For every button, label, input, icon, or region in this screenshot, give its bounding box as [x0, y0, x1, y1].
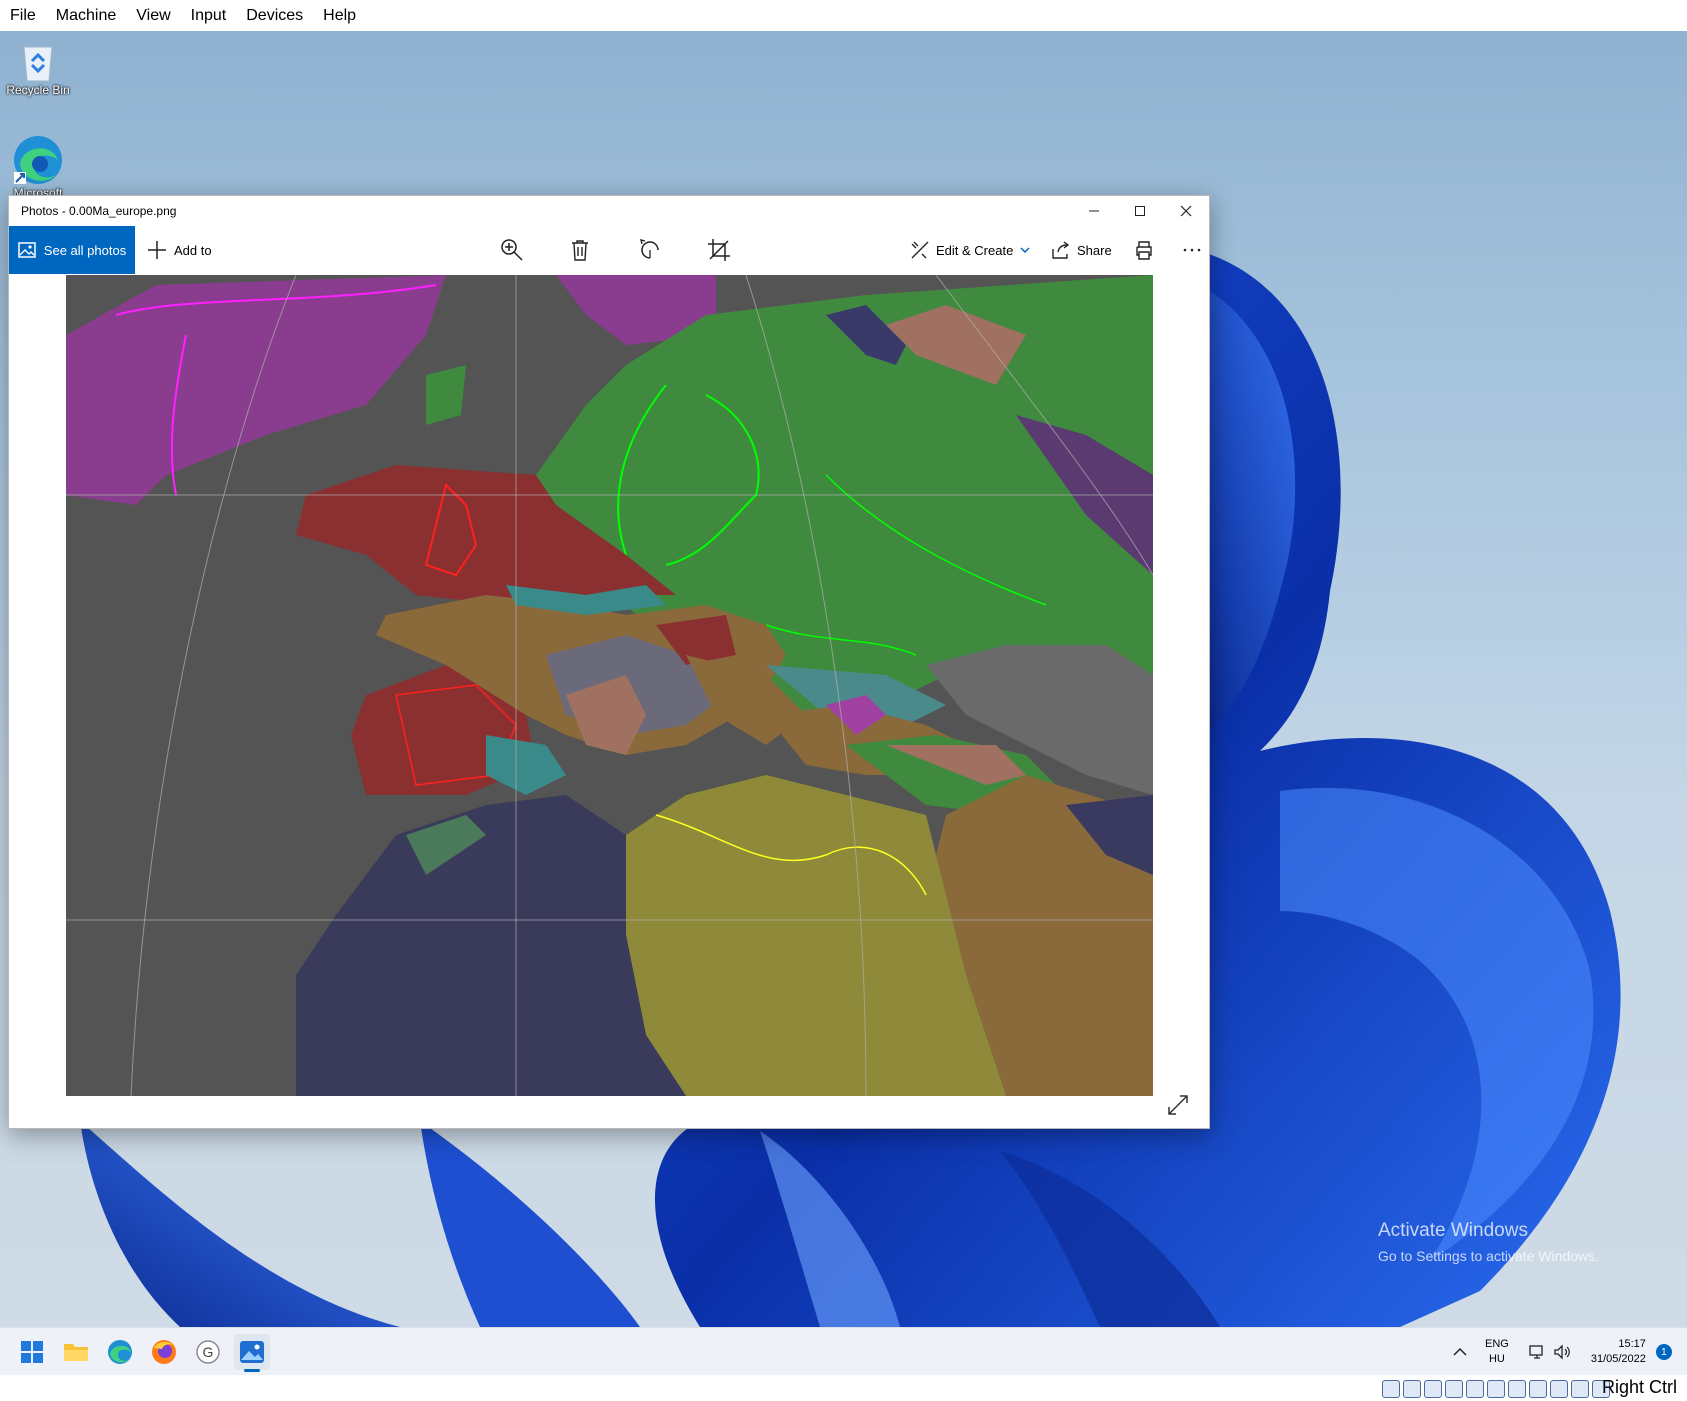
edit-create-label: Edit & Create: [936, 242, 1014, 258]
clock-date: 31/05/2022: [1590, 1353, 1646, 1365]
firefox-icon: [152, 1340, 176, 1364]
shared-folder-icon[interactable]: [1487, 1380, 1505, 1398]
delete-icon: [572, 240, 588, 261]
photos-window: Photos - 0.00Ma_europe.png See all photo…: [8, 195, 1210, 1129]
zoom-in-icon: [501, 239, 523, 261]
photos-taskbar-button[interactable]: [234, 1334, 270, 1372]
print-button[interactable]: [1129, 226, 1159, 274]
recording-icon[interactable]: [1529, 1380, 1547, 1398]
menu-devices[interactable]: Devices: [236, 7, 313, 25]
crop-button[interactable]: [704, 226, 734, 274]
start-button[interactable]: [14, 1334, 50, 1370]
close-icon: [1180, 205, 1192, 217]
menu-input[interactable]: Input: [181, 7, 237, 25]
rotate-button[interactable]: [635, 226, 665, 274]
lang-top: ENG: [1485, 1338, 1509, 1350]
clock[interactable]: 15:17 31/05/2022: [1591, 1337, 1646, 1367]
photo-viewer[interactable]: [66, 275, 1153, 1096]
photos-icon: [240, 1341, 264, 1363]
rotate-icon: [640, 239, 659, 259]
firefox-button[interactable]: [146, 1334, 182, 1370]
chevron-down-icon: [1020, 247, 1030, 254]
host-menu-bar: File Machine View Input Devices Help: [0, 0, 1687, 31]
volume-icon[interactable]: [1553, 1344, 1571, 1360]
recycle-bin-shortcut[interactable]: Recycle Bin: [0, 39, 78, 97]
mouse-integration-icon[interactable]: [1571, 1380, 1589, 1398]
taskbar: G ENG HU 15:17 31/05/2022 1: [0, 1327, 1687, 1376]
recycle-bin-label: Recycle Bin: [6, 83, 70, 97]
activate-subtitle: Go to Settings to activate Windows.: [1378, 1248, 1599, 1264]
host-status-icons: [1382, 1380, 1610, 1398]
edge-taskbar-button[interactable]: [102, 1334, 138, 1370]
maximize-button[interactable]: [1117, 196, 1163, 226]
edge-shortcut[interactable]: Microsoft: [0, 134, 78, 196]
see-all-photos-label: See all photos: [43, 242, 127, 258]
notification-badge[interactable]: 1: [1655, 1344, 1672, 1360]
maximize-icon: [1135, 206, 1145, 216]
crop-icon: [708, 239, 730, 261]
activate-title: Activate Windows: [1378, 1220, 1528, 1241]
host-key-label: Right Ctrl: [1601, 1377, 1677, 1397]
edit-create-button[interactable]: Edit & Create: [911, 226, 1030, 274]
menu-help[interactable]: Help: [313, 7, 366, 25]
edge-icon: [14, 136, 62, 184]
more-icon: [1183, 248, 1201, 252]
network-icon[interactable]: [1529, 1344, 1547, 1360]
chevron-up-icon[interactable]: [1453, 1347, 1467, 1357]
zoom-button[interactable]: [497, 226, 527, 274]
europe-map-image: [66, 275, 1153, 1096]
notification-count: 1: [1661, 1346, 1667, 1358]
system-tray: ENG HU 15:17 31/05/2022 1: [1453, 1328, 1672, 1376]
minimize-button[interactable]: [1071, 196, 1117, 226]
photo-gallery-icon: [18, 242, 36, 258]
activate-windows-watermark: Activate Windows Go to Settings to activ…: [1378, 1220, 1599, 1264]
see-all-photos-button[interactable]: See all photos: [9, 226, 135, 274]
optical-drive-icon[interactable]: [1403, 1380, 1421, 1398]
more-button[interactable]: [1177, 226, 1207, 274]
close-button[interactable]: [1163, 196, 1209, 226]
share-button[interactable]: Share: [1052, 226, 1112, 274]
gimp-icon: G: [196, 1340, 220, 1364]
svg-text:G: G: [203, 1344, 214, 1360]
plus-icon: [148, 241, 166, 259]
menu-view[interactable]: View: [126, 7, 180, 25]
edit-icon: [911, 241, 929, 259]
file-explorer-icon: [64, 1344, 88, 1361]
edge-icon: [108, 1340, 132, 1364]
display-icon[interactable]: [1508, 1380, 1526, 1398]
print-icon: [1136, 241, 1152, 260]
hdd-icon[interactable]: [1382, 1380, 1400, 1398]
lang-bottom: HU: [1488, 1353, 1505, 1365]
audio-icon[interactable]: [1424, 1380, 1442, 1398]
cpu-icon[interactable]: [1550, 1380, 1568, 1398]
clock-time: 15:17: [1618, 1338, 1646, 1350]
recycle-bin-icon: [23, 46, 53, 82]
menu-file[interactable]: File: [0, 7, 46, 25]
usb-icon[interactable]: [1466, 1380, 1484, 1398]
gimp-button[interactable]: G: [190, 1334, 226, 1370]
host-status-bar: Right Ctrl: [0, 1375, 1687, 1401]
minimize-icon: [1089, 210, 1099, 212]
add-to-button[interactable]: Add to: [147, 226, 212, 274]
share-icon: [1052, 241, 1070, 259]
add-to-label: Add to: [174, 242, 212, 258]
photos-toolbar: See all photos Add to Edit & Create Shar…: [9, 226, 1209, 274]
menu-machine[interactable]: Machine: [46, 7, 126, 25]
language-indicator[interactable]: ENG HU: [1485, 1337, 1509, 1367]
window-title: Photos - 0.00Ma_europe.png: [21, 204, 177, 218]
delete-button[interactable]: [565, 226, 595, 274]
title-bar[interactable]: Photos - 0.00Ma_europe.png: [9, 196, 1209, 226]
start-icon: [21, 1341, 43, 1363]
expand-icon[interactable]: [1167, 1094, 1189, 1116]
network-adapter-icon[interactable]: [1445, 1380, 1463, 1398]
file-explorer-button[interactable]: [58, 1334, 94, 1370]
share-label: Share: [1077, 242, 1112, 258]
